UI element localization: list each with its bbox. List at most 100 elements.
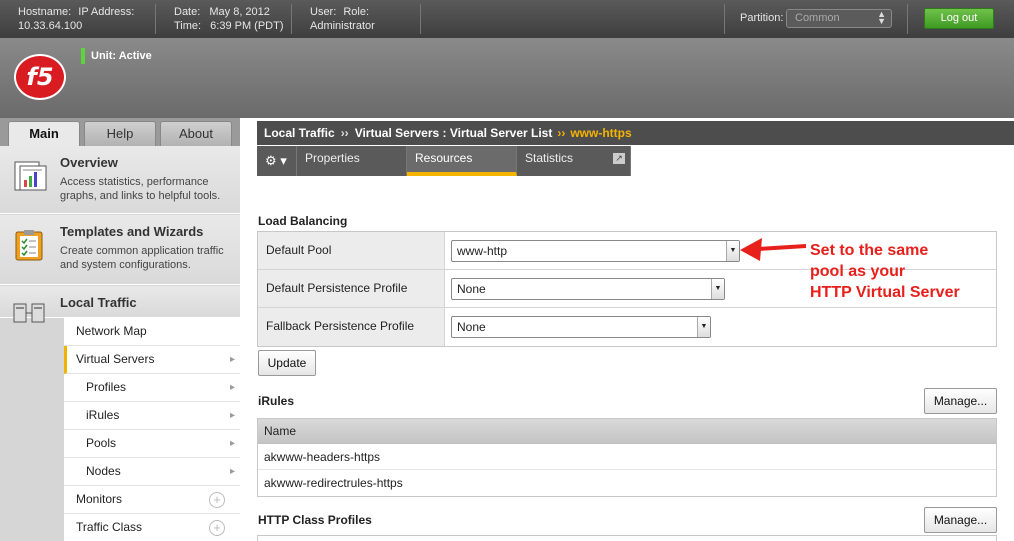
hostname-value: 10.33.64.100 (18, 20, 83, 32)
chevron-right-icon: ▸ (229, 438, 235, 449)
status-indicator (81, 48, 85, 64)
section-local-traffic[interactable]: Local Traffic (0, 286, 240, 323)
annotation-line: pool as your (810, 263, 906, 280)
table-row[interactable]: akwww-headers-https (258, 444, 996, 470)
irules-manage-button[interactable]: Manage... (924, 388, 997, 414)
chevron-right-icon: ▸ (229, 382, 235, 393)
gear-icon[interactable]: ⚙ ▾ (265, 153, 287, 169)
nav-label: Monitors (76, 492, 123, 506)
breadcrumb-virtual-server-list[interactable]: Virtual Servers : Virtual Server List (355, 126, 553, 140)
partition-select[interactable]: Common ▲ ▼ (786, 9, 892, 28)
nav-profiles[interactable]: Profiles ▸ (64, 374, 240, 402)
field-label: Default Persistence Profile (258, 270, 445, 307)
section-title: Local Traffic (60, 295, 137, 310)
top-bar: Hostname: IP Address: 10.33.64.100 Date:… (0, 0, 1014, 38)
nav-nodes[interactable]: Nodes ▸ (64, 458, 240, 486)
annotation-text: Set to the same pool as your HTTP Virtua… (810, 240, 960, 303)
tab-about[interactable]: About (160, 121, 232, 146)
annotation-arrow (740, 238, 807, 261)
nav-label: Virtual Servers (76, 352, 155, 366)
hostname-group: Hostname: IP Address: 10.33.64.100 (18, 5, 134, 33)
field-label: Fallback Persistence Profile (258, 308, 445, 346)
annotation-line: Set to the same (810, 242, 929, 259)
role-value: Administrator (310, 20, 375, 32)
breadcrumb-current: www-https (570, 126, 632, 140)
breadcrumb-separator: ›› (340, 126, 349, 140)
breadcrumb-local-traffic[interactable]: Local Traffic (264, 126, 335, 140)
nav-label: Profiles (86, 380, 127, 394)
divider (420, 4, 421, 34)
default-pool-select[interactable]: www-http ▼ (451, 240, 740, 262)
select-value: None (457, 282, 486, 296)
add-icon[interactable]: + (209, 520, 225, 536)
partition-value: Common (795, 12, 840, 24)
unit-status: Unit: Active (91, 50, 152, 62)
date-label: Date: (174, 6, 201, 18)
section-overview[interactable]: Overview Access statistics, performance … (0, 146, 240, 214)
subtab-bar: Properties Resources Statistics (257, 146, 631, 176)
irules-title: iRules (258, 394, 295, 408)
column-header-name[interactable]: Name (258, 419, 996, 444)
nav-label: Traffic Class (76, 520, 143, 534)
divider (907, 4, 908, 34)
user-label: User: (310, 6, 337, 18)
chevron-right-icon: ▸ (229, 354, 235, 365)
breadcrumb: Local Traffic ›› Virtual Servers : Virtual… (257, 121, 1014, 145)
select-value: www-http (457, 244, 508, 258)
section-desc: Access statistics, performance graphs, a… (60, 176, 221, 202)
tab-properties[interactable]: Properties (297, 146, 407, 176)
default-persistence-select[interactable]: None ▼ (451, 278, 725, 300)
http-class-title: HTTP Class Profiles (258, 513, 372, 527)
nav-network-map[interactable]: Network Map (64, 318, 240, 346)
nav-monitors[interactable]: Monitors + (64, 486, 240, 514)
time-value: 6:39 PM (PDT) (210, 20, 284, 32)
partition-label: Partition: (740, 12, 784, 24)
nav-label: Network Map (76, 324, 147, 338)
local-traffic-menu: Network Map Virtual Servers ▸ Profiles ▸ i… (64, 318, 240, 541)
hostname-label: Hostname: (18, 6, 72, 18)
nav-traffic-class[interactable]: Traffic Class + (64, 514, 240, 541)
nav-pools[interactable]: Pools ▸ (64, 430, 240, 458)
nav-virtual-servers[interactable]: Virtual Servers ▸ (64, 346, 240, 374)
dropdown-icon: ▼ (711, 279, 724, 299)
date-value: May 8, 2012 (209, 6, 270, 18)
tab-resources[interactable]: Resources (407, 146, 517, 176)
role-label: Role: (343, 6, 370, 18)
section-desc: Create common application traffic and sy… (60, 245, 224, 271)
logout-button[interactable]: Log out (924, 8, 994, 29)
table-row[interactable]: akwww-redirectrules-https (258, 470, 996, 496)
nav-label: iRules (86, 408, 120, 422)
f5-logo: f5 (14, 54, 66, 100)
irules-table: Name akwww-headers-https akwww-redirectr… (257, 418, 997, 497)
time-label: Time: (174, 20, 202, 32)
http-class-table (257, 535, 997, 541)
dropdown-icon: ▼ (697, 317, 710, 337)
header-band (0, 38, 1014, 118)
tab-help[interactable]: Help (84, 121, 156, 146)
nav-irules[interactable]: iRules ▸ (64, 402, 240, 430)
nav-label: Pools (86, 436, 117, 450)
external-link-icon[interactable]: ↗ (613, 153, 625, 164)
field-label: Default Pool (258, 232, 445, 269)
tab-main[interactable]: Main (8, 121, 80, 146)
datetime-group: Date: May 8, 2012 Time: 6:39 PM (PDT) (174, 5, 284, 33)
divider (724, 4, 725, 34)
updown-icon: ▲ ▼ (877, 9, 886, 26)
section-title: Overview (60, 155, 118, 170)
fallback-persistence-row: Fallback Persistence Profile None ▼ (258, 308, 996, 346)
clipboard-icon (15, 230, 43, 261)
update-button[interactable]: Update (258, 350, 316, 376)
load-balancing-title: Load Balancing (258, 214, 348, 228)
chevron-right-icon: ▸ (229, 410, 235, 421)
fallback-persistence-select[interactable]: None ▼ (451, 316, 711, 338)
servers-icon (13, 303, 45, 323)
user-group: User: Role: Administrator (310, 5, 375, 33)
add-icon[interactable]: + (209, 492, 225, 508)
breadcrumb-separator: ›› (557, 126, 566, 140)
http-class-manage-button[interactable]: Manage... (924, 507, 997, 533)
section-templates[interactable]: Templates and Wizards Create common appl… (0, 215, 240, 285)
chevron-right-icon: ▸ (229, 466, 235, 477)
nav-label: Nodes (86, 464, 121, 478)
report-icon (14, 161, 47, 191)
annotation-line: HTTP Virtual Server (810, 284, 960, 301)
